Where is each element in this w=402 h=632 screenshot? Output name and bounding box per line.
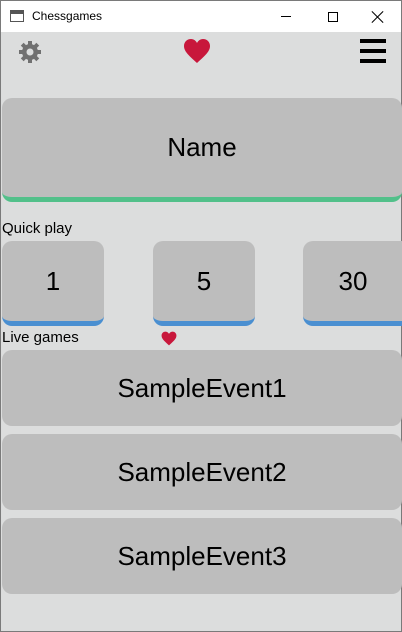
live-event-label: SampleEvent3	[117, 540, 287, 571]
close-button[interactable]	[355, 1, 401, 32]
live-event-label: SampleEvent2	[117, 456, 287, 487]
quick-play-1-button[interactable]: 1	[2, 241, 104, 326]
quick-play-5-label: 5	[196, 265, 212, 296]
app-icon	[10, 10, 24, 22]
heart-icon[interactable]	[183, 38, 211, 64]
app-window: Chessgames Name Quick play 1 5 30 Live g…	[0, 0, 402, 632]
heart-icon	[161, 331, 177, 346]
live-event-label: SampleEvent1	[117, 372, 287, 403]
minimize-button[interactable]	[263, 1, 309, 32]
live-games-label: Live games	[2, 329, 79, 346]
minimize-icon	[281, 16, 291, 17]
quick-play-30-label: 30	[338, 265, 368, 296]
gear-icon[interactable]	[17, 39, 43, 65]
profile-name-label: Name	[167, 132, 237, 162]
profile-name-button[interactable]: Name	[2, 98, 402, 202]
title-bar[interactable]: Chessgames	[1, 1, 401, 32]
maximize-icon	[328, 11, 338, 22]
quick-play-5-button[interactable]: 5	[153, 241, 255, 326]
quick-play-30-button[interactable]: 30	[303, 241, 402, 326]
window-title: Chessgames	[32, 9, 103, 23]
hamburger-menu-icon[interactable]	[360, 39, 388, 65]
live-event-button[interactable]: SampleEvent1	[2, 350, 402, 426]
quick-play-label: Quick play	[2, 220, 73, 237]
live-event-button[interactable]: SampleEvent2	[2, 434, 402, 510]
close-icon	[372, 11, 384, 23]
maximize-button[interactable]	[310, 1, 356, 32]
quick-play-1-label: 1	[45, 265, 61, 296]
live-event-button[interactable]: SampleEvent3	[2, 518, 402, 594]
